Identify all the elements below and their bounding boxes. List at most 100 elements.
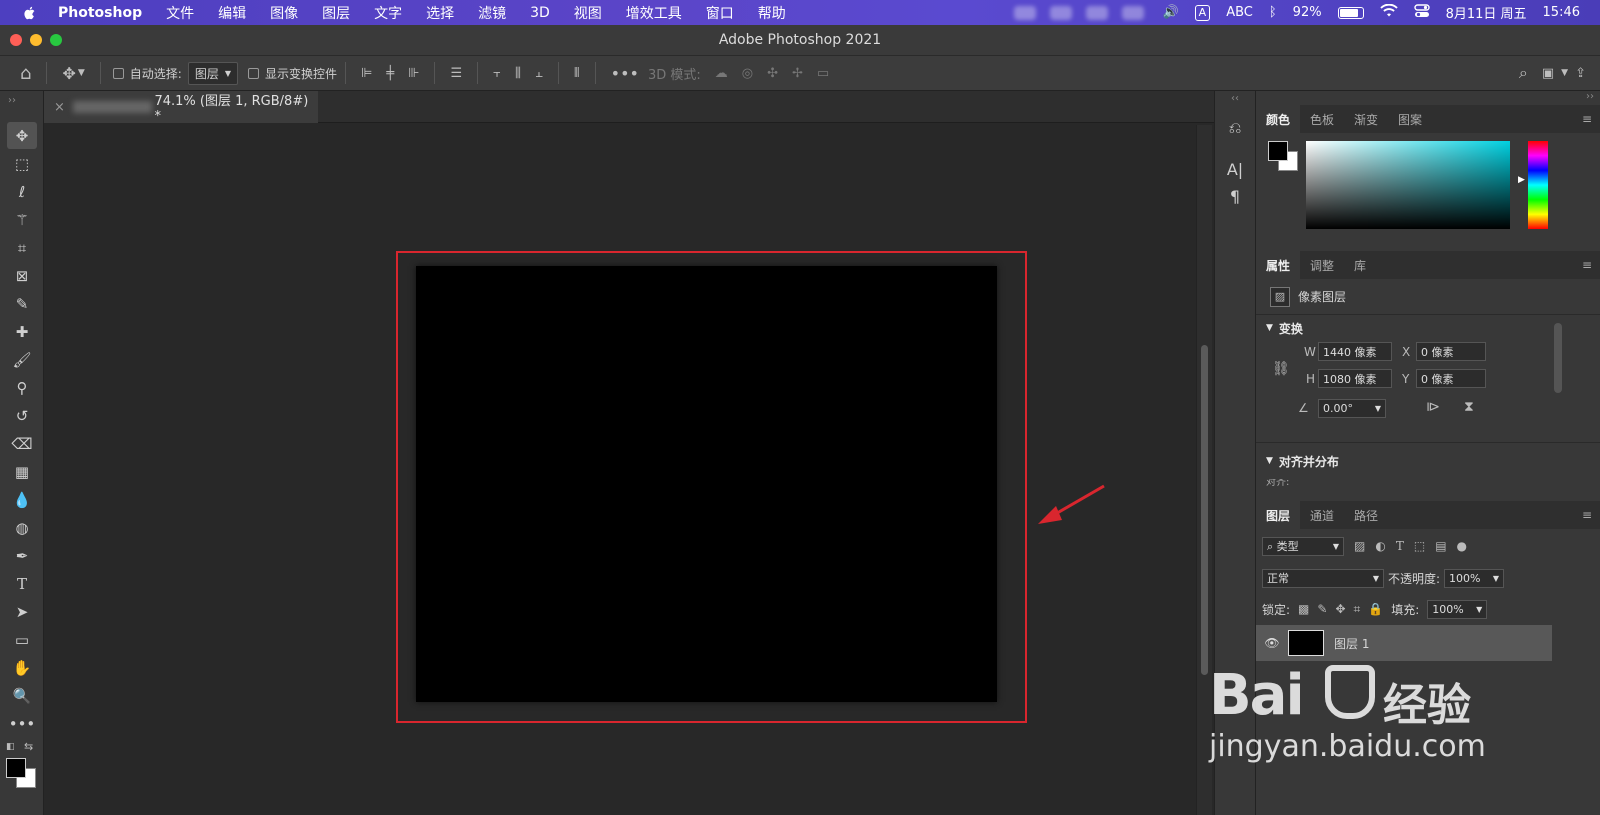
link-icon[interactable]: ⛓ [1272,361,1290,377]
align-left-icon[interactable]: ⊫ [361,66,372,81]
distribute-icon[interactable]: ☰ [450,66,462,81]
lock-artboard-icon[interactable]: ⌗ [1354,602,1361,617]
x-input[interactable]: 0 像素 [1416,342,1486,361]
zoom-tool[interactable]: 🔍 [7,682,37,709]
collapse-strip-icon[interactable]: ‹‹ [1215,93,1255,104]
blur-tool[interactable]: 💧 [7,486,37,513]
align-top-icon[interactable]: ⫟ [493,66,501,81]
chevron-down-icon[interactable]: ▼ [78,68,85,78]
angle-input[interactable]: 0.00° ▼ [1318,399,1386,418]
eraser-tool[interactable]: ⌫ [7,430,37,457]
input-method-label[interactable]: ABC [1226,5,1253,20]
blend-mode-dropdown[interactable]: 正常 ▼ [1262,568,1384,588]
lock-all-icon[interactable]: 🔒 [1368,602,1383,616]
tab-paths[interactable]: 路径 [1344,501,1388,529]
visibility-eye-icon[interactable]: 👁 [1256,636,1288,650]
menu-filter[interactable]: 滤镜 [478,3,506,23]
hue-slider-handle-icon[interactable]: ▶ [1518,175,1525,185]
properties-panel-menu-icon[interactable]: ≡ [1582,251,1592,279]
tab-libraries[interactable]: 库 [1344,251,1376,279]
menu-select[interactable]: 选择 [426,3,454,23]
frame-tool[interactable]: ⊠ [7,262,37,289]
filter-pixel-icon[interactable]: ▨ [1354,539,1365,553]
crop-tool[interactable]: ⌗ [7,234,37,261]
minimize-window-button[interactable] [30,34,42,46]
home-icon[interactable]: ⌂ [20,63,31,84]
tab-swatches[interactable]: 色板 [1300,105,1344,133]
lasso-tool[interactable]: ℓ [7,178,37,205]
menu-view[interactable]: 视图 [574,3,602,23]
edit-toolbar-icon[interactable]: ••• [7,710,37,737]
bluetooth-icon[interactable]: ᛒ [1269,5,1277,20]
menu-window[interactable]: 窗口 [706,3,734,23]
filter-shape-icon[interactable]: ⬚ [1414,539,1425,553]
filter-toggle-icon[interactable]: ● [1457,539,1467,553]
swap-colors-icon[interactable]: ⇆ [24,740,33,753]
dodge-tool[interactable]: ◍ [7,514,37,541]
distribute-vertical-icon[interactable]: ⦀ [574,66,580,81]
filter-adjustment-icon[interactable]: ◐ [1375,539,1385,553]
menu-3d[interactable]: 3D [530,5,550,21]
tab-layers[interactable]: 图层 [1256,501,1301,529]
wifi-icon[interactable] [1379,3,1398,22]
lock-position-icon[interactable]: ✥ [1335,602,1345,616]
menubar-date[interactable]: 8月11日 周五 [1446,3,1527,22]
close-window-button[interactable] [10,34,22,46]
apple-icon[interactable] [22,5,38,21]
layer-name[interactable]: 图层 1 [1334,635,1369,652]
workspace-chevron-icon[interactable]: ▼ [1561,68,1568,78]
menu-plugins[interactable]: 增效工具 [626,3,682,23]
zoom-window-button[interactable] [50,34,62,46]
move-tool-icon[interactable]: ✥ [62,64,75,83]
marquee-tool[interactable]: ⬚ [7,150,37,177]
lock-image-icon[interactable]: ✎ [1317,602,1327,616]
properties-scrollbar[interactable] [1554,323,1562,393]
lock-transparent-icon[interactable]: ▩ [1298,602,1309,616]
history-panel-icon[interactable]: ⎌ [1215,118,1255,138]
height-input[interactable]: 1080 像素 [1318,369,1392,388]
flip-vertical-icon[interactable]: ⧗ [1464,399,1474,415]
brush-tool[interactable]: 🖌 [7,346,37,373]
orbit-3d-icon[interactable]: ☁ [715,66,728,81]
menu-file[interactable]: 文件 [166,3,194,23]
pen-tool[interactable]: ✒ [7,542,37,569]
hand-tool[interactable]: ✋ [7,654,37,681]
tab-patterns[interactable]: 图案 [1388,105,1432,133]
canvas-vertical-scrollbar[interactable] [1196,125,1212,815]
volume-icon[interactable]: 🔊 [1162,5,1178,20]
filter-type-icon[interactable]: T [1396,539,1404,553]
default-colors-icon[interactable]: ◧ [6,742,15,752]
share-icon[interactable]: ⇪ [1575,66,1586,81]
layers-panel-menu-icon[interactable]: ≡ [1582,501,1592,529]
tab-properties[interactable]: 属性 [1256,251,1301,279]
battery-icon[interactable] [1337,6,1364,19]
menu-image[interactable]: 图像 [270,3,298,23]
roll-3d-icon[interactable]: ◎ [742,66,753,81]
panel-fg-swatch[interactable] [1268,141,1288,161]
more-options-icon[interactable]: ••• [611,64,639,83]
tab-gradients[interactable]: 渐变 [1344,105,1388,133]
eyedropper-tool[interactable]: ✎ [7,290,37,317]
filter-smart-object-icon[interactable]: ▤ [1435,539,1446,553]
menu-help[interactable]: 帮助 [758,3,786,23]
character-panel-icon[interactable]: A| [1215,160,1255,179]
color-field[interactable] [1306,141,1510,229]
clone-stamp-tool[interactable]: ⚲ [7,374,37,401]
healing-brush-tool[interactable]: ✚ [7,318,37,345]
fill-input[interactable]: 100% ▼ [1427,599,1488,619]
menubar-time[interactable]: 15:46 [1543,5,1580,20]
auto-select-dropdown[interactable]: 图层 ▼ [187,61,238,85]
type-tool[interactable]: T [7,570,37,597]
history-brush-tool[interactable]: ↺ [7,402,37,429]
color-swatches[interactable]: ◧ ⇆ [0,738,43,798]
layer-row[interactable]: 👁 图层 1 [1256,625,1552,661]
collapse-toolbar-icon[interactable]: ›› [0,91,43,121]
gradient-tool[interactable]: ▦ [7,458,37,485]
align-bottom-icon[interactable]: ⫠ [535,66,543,81]
opacity-input[interactable]: 100% ▼ [1444,568,1505,588]
path-selection-tool[interactable]: ➤ [7,598,37,625]
color-panel-menu-icon[interactable]: ≡ [1582,105,1592,133]
rectangle-tool[interactable]: ▭ [7,626,37,653]
workspace-icon[interactable]: ▣ [1542,66,1554,81]
flip-horizontal-icon[interactable]: ⧐ [1426,399,1440,415]
